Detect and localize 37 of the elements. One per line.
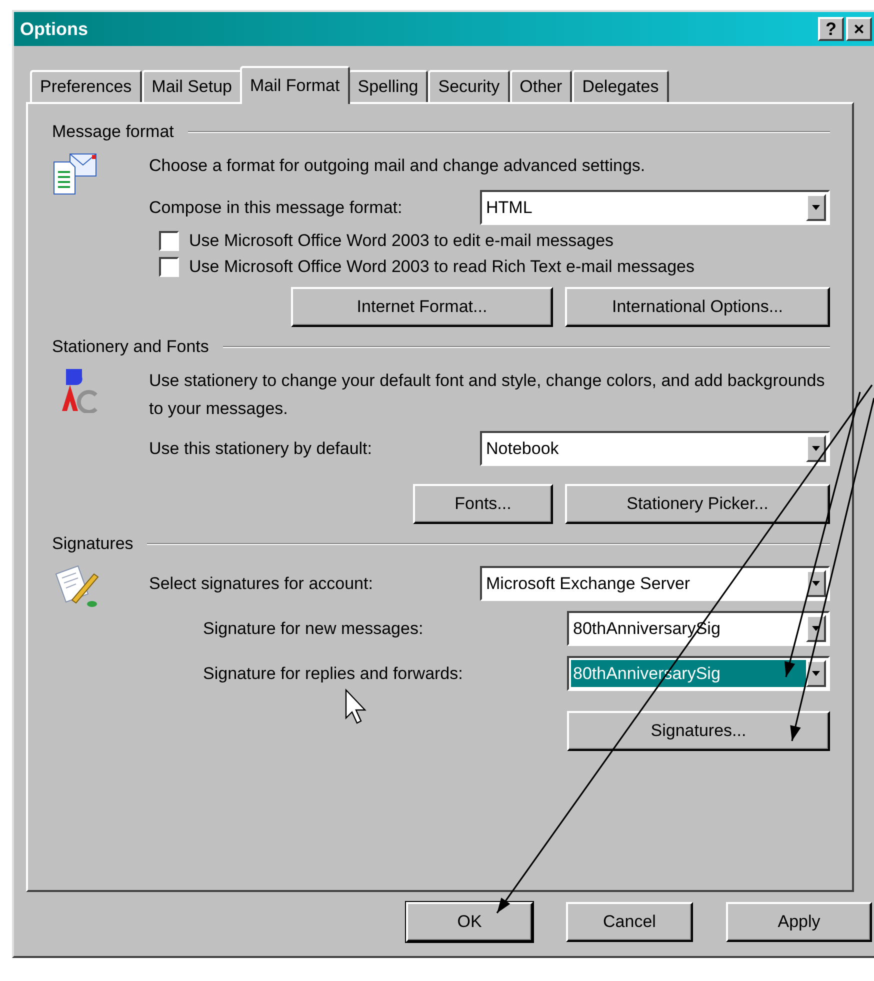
close-button[interactable]: × <box>846 17 872 41</box>
mouse-cursor-icon <box>345 688 366 724</box>
tab[interactable]: Security <box>428 70 510 102</box>
dialog-button[interactable]: Signatures... <box>567 711 830 751</box>
tab[interactable]: Mail Format <box>240 66 350 104</box>
tab[interactable]: Mail Setup <box>142 70 242 102</box>
dialog-button[interactable]: International Options... <box>565 287 830 327</box>
dialog-button[interactable]: Fonts... <box>413 484 553 524</box>
tab[interactable]: Delegates <box>572 70 669 102</box>
section-heading: Message format <box>52 122 174 142</box>
field-label: Signature for replies and forwards: <box>203 664 463 684</box>
checkbox[interactable] <box>159 257 179 277</box>
signature-dropdown[interactable]: 80thAnniversarySig <box>567 656 830 691</box>
description-text: Use stationery to change your default font and style, change colors, and add backgrounds to your messages. <box>149 370 826 420</box>
field-label: Use this stationery by default: <box>149 438 372 458</box>
tab[interactable]: Preferences <box>30 70 142 102</box>
message-format-dropdown[interactable]: HTML <box>480 190 830 225</box>
section-heading: Stationery and Fonts <box>52 337 209 357</box>
field-label: Compose in this message format: <box>149 198 402 218</box>
checkbox-label: Use Microsoft Office Word 2003 to read Rich Text e-mail messages <box>189 257 694 277</box>
dialog-button[interactable]: Internet Format... <box>291 287 553 327</box>
section-heading: Signatures <box>52 534 134 554</box>
tab[interactable]: Spelling <box>348 70 428 102</box>
dialog-button[interactable]: OK <box>406 902 533 942</box>
account-dropdown[interactable]: Microsoft Exchange Server <box>480 566 830 601</box>
description-text: Choose a format for outgoing mail and change advanced settings. <box>149 155 646 177</box>
checkbox[interactable] <box>159 231 179 251</box>
field-label: Select signatures for account: <box>149 574 373 594</box>
help-button[interactable]: ? <box>818 17 844 41</box>
dialog-button[interactable]: Cancel <box>566 902 693 942</box>
window-title: Options <box>20 18 88 40</box>
dialog-button[interactable]: Apply <box>726 902 872 942</box>
stationery-dropdown[interactable]: Notebook <box>480 431 830 466</box>
checkbox-label: Use Microsoft Office Word 2003 to edit e-mail messages <box>189 231 614 251</box>
dialog-button[interactable]: Stationery Picker... <box>565 484 830 524</box>
field-label: Signature for new messages: <box>203 618 424 638</box>
tab[interactable]: Other <box>510 70 572 102</box>
